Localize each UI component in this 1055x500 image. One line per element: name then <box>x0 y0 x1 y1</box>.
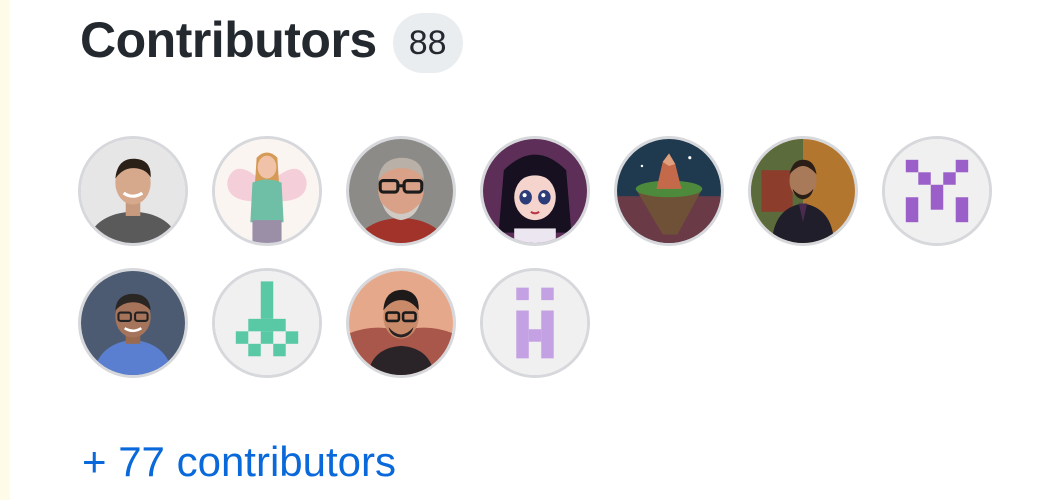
avatar-3-icon[interactable] <box>346 136 456 246</box>
avatar-1-icon[interactable] <box>78 136 188 246</box>
avatar-6-icon[interactable] <box>748 136 858 246</box>
avatar-row-1 <box>78 136 1008 246</box>
avatar-8-icon[interactable] <box>78 268 188 378</box>
contributors-count-badge: 88 <box>392 13 463 73</box>
avatar-2-icon[interactable] <box>212 136 322 246</box>
contributors-title[interactable]: Contributors <box>80 11 377 69</box>
avatar-9-icon[interactable] <box>212 268 322 378</box>
contributors-heading: Contributors 88 <box>80 10 463 73</box>
contributors-panel: Contributors 88 + 77 contributors <box>0 0 1055 500</box>
avatar-row-2 <box>78 268 1008 378</box>
avatar-7-icon[interactable] <box>882 136 992 246</box>
avatar-11-icon[interactable] <box>480 268 590 378</box>
avatar-10-icon[interactable] <box>346 268 456 378</box>
avatar-grid <box>78 136 1008 400</box>
avatar-4-icon[interactable] <box>480 136 590 246</box>
more-contributors-link[interactable]: + 77 contributors <box>82 438 396 486</box>
avatar-5-icon[interactable] <box>614 136 724 246</box>
